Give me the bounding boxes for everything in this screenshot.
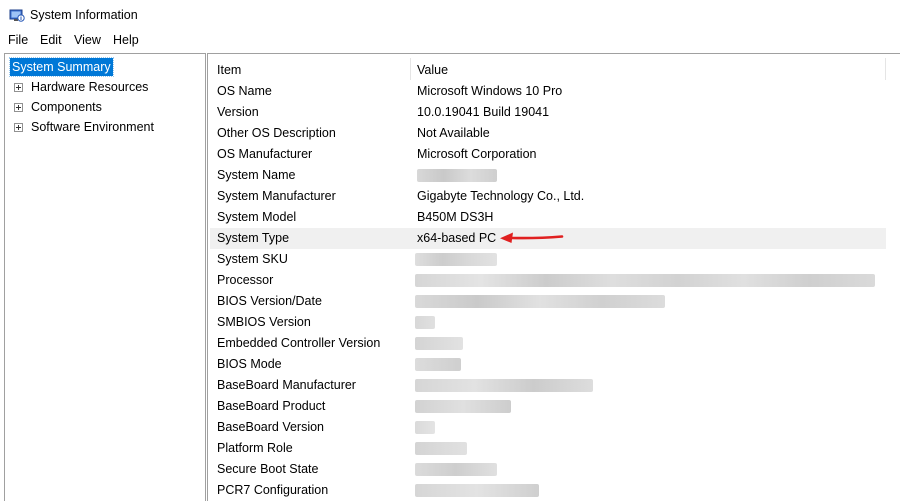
value-cell: Gigabyte Technology Co., Ltd. — [417, 189, 585, 203]
redacted-value — [415, 253, 497, 266]
menu-file[interactable]: File — [8, 33, 28, 47]
redacted-value — [415, 484, 539, 497]
table-row[interactable]: System Name — [210, 165, 886, 186]
table-row[interactable]: OS Manufacturer Microsoft Corporation — [210, 144, 886, 165]
item-cell: Platform Role — [217, 441, 293, 455]
item-cell: System Manufacturer — [217, 189, 336, 203]
item-cell: BaseBoard Manufacturer — [217, 378, 356, 392]
category-tree: System Summary Hardware Resources Compon… — [4, 53, 206, 501]
item-cell: BIOS Mode — [217, 357, 282, 371]
details-list: Item Value OS Name Microsoft Windows 10 … — [207, 53, 900, 501]
table-row[interactable]: SMBIOS Version — [210, 312, 886, 333]
item-cell: System Type — [217, 231, 290, 245]
redacted-value — [417, 169, 497, 182]
table-row[interactable]: BaseBoard Manufacturer — [210, 375, 886, 396]
menu-bar: File Edit View Help — [0, 30, 900, 50]
expand-plus-icon[interactable] — [14, 123, 23, 132]
redacted-value — [415, 358, 461, 371]
column-divider[interactable] — [885, 58, 886, 80]
redacted-value — [415, 463, 497, 476]
table-row[interactable]: Secure Boot State — [210, 459, 886, 480]
value-cell: Microsoft Windows 10 Pro — [417, 84, 563, 98]
tree-item-label: Hardware Resources — [31, 80, 149, 94]
table-row[interactable]: BIOS Mode — [210, 354, 886, 375]
item-cell: Processor — [217, 273, 274, 287]
table-row[interactable]: OS Name Microsoft Windows 10 Pro — [210, 81, 886, 102]
item-cell: Version — [217, 105, 259, 119]
item-cell: BaseBoard Product — [217, 399, 326, 413]
redacted-value — [415, 337, 463, 350]
table-row[interactable]: BaseBoard Product — [210, 396, 886, 417]
redacted-value — [415, 295, 665, 308]
menu-edit[interactable]: Edit — [40, 33, 62, 47]
redacted-value — [415, 316, 435, 329]
item-cell: SMBIOS Version — [217, 315, 311, 329]
table-row[interactable]: BIOS Version/Date — [210, 291, 886, 312]
item-cell: OS Manufacturer — [217, 147, 313, 161]
item-cell: Secure Boot State — [217, 462, 319, 476]
redacted-value — [415, 442, 467, 455]
column-divider[interactable] — [410, 58, 411, 80]
window-title: System Information — [30, 8, 138, 22]
title-bar: System Information — [0, 0, 900, 30]
value-cell: Not Available — [417, 126, 490, 140]
redacted-value — [415, 400, 511, 413]
column-header-item[interactable]: Item — [217, 59, 241, 81]
item-cell: System Name — [217, 168, 296, 182]
menu-help[interactable]: Help — [113, 33, 139, 47]
table-row[interactable]: Other OS Description Not Available — [210, 123, 886, 144]
tree-item-system-summary[interactable]: System Summary — [9, 57, 114, 77]
table-row[interactable]: PCR7 Configuration — [210, 480, 886, 501]
system-information-icon — [9, 9, 25, 22]
item-cell: System SKU — [217, 252, 288, 266]
value-cell: Microsoft Corporation — [417, 147, 537, 161]
column-header-value[interactable]: Value — [417, 59, 448, 81]
item-cell: PCR7 Configuration — [217, 483, 329, 497]
value-cell: B450M DS3H — [417, 210, 494, 224]
table-row[interactable]: Version 10.0.19041 Build 19041 — [210, 102, 886, 123]
value-cell: x64-based PC — [417, 231, 497, 245]
expand-plus-icon[interactable] — [14, 83, 23, 92]
tree-item-label: Software Environment — [31, 120, 154, 134]
item-cell: BIOS Version/Date — [217, 294, 322, 308]
table-row[interactable]: System Model B450M DS3H — [210, 207, 886, 228]
table-row[interactable]: Platform Role — [210, 438, 886, 459]
table-row[interactable]: BaseBoard Version — [210, 417, 886, 438]
menu-view[interactable]: View — [74, 33, 101, 47]
table-row[interactable]: System SKU — [210, 249, 886, 270]
redacted-value — [415, 421, 435, 434]
item-cell: Embedded Controller Version — [217, 336, 381, 350]
item-cell: Other OS Description — [217, 126, 336, 140]
table-row[interactable]: Embedded Controller Version — [210, 333, 886, 354]
table-row[interactable]: System Manufacturer Gigabyte Technology … — [210, 186, 886, 207]
value-cell: 10.0.19041 Build 19041 — [417, 105, 550, 119]
table-row[interactable]: Processor — [210, 270, 886, 291]
item-cell: OS Name — [217, 84, 272, 98]
redacted-value — [415, 379, 593, 392]
expand-plus-icon[interactable] — [14, 103, 23, 112]
tree-item-label: Components — [31, 100, 102, 114]
redacted-value — [415, 274, 875, 287]
item-cell: BaseBoard Version — [217, 420, 325, 434]
annotation-arrow-icon — [500, 232, 564, 243]
item-cell: System Model — [217, 210, 297, 224]
